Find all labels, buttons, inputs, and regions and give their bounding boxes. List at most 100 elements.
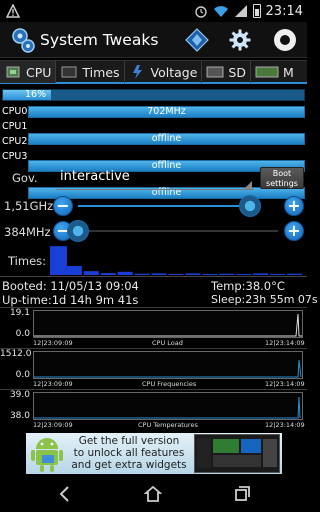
cpu-load-bar: 16%	[2, 89, 305, 101]
times-label: Times:	[8, 254, 47, 268]
power-button[interactable]	[271, 26, 299, 54]
promo-line-2: to unlock all features	[73, 447, 185, 459]
chip-icon	[61, 66, 77, 78]
graph-plot-area	[33, 351, 303, 379]
app-logo-icon	[12, 28, 35, 53]
promo-line-3: and get extra widgets	[71, 459, 187, 471]
booted-info: Booted: 11/05/13 09:04	[2, 279, 139, 293]
graph-time-end: 12|23:14:09	[265, 339, 305, 347]
governor-select[interactable]: interactive	[60, 169, 130, 184]
core-bar-cpu1: offline	[28, 133, 305, 145]
promo-widget-preview	[194, 434, 280, 473]
widget-preview-image	[197, 438, 277, 468]
widget-button[interactable]	[183, 26, 211, 54]
graph-time-end: 12|23:14:09	[265, 380, 305, 388]
times-bar	[100, 273, 116, 275]
gear-icon	[229, 29, 251, 51]
memory-icon	[255, 66, 279, 78]
graph-cpu-frequencies: 1512.0 0.0 12|23:09:09 CPU Frequencies 1…	[0, 348, 307, 388]
core-label-cpu2: CPU2	[2, 136, 28, 147]
graph-line	[34, 313, 302, 337]
graph-cpu-temperatures: 39.0 38.0 12|23:09:09 CPU Temperatures 1…	[0, 389, 307, 429]
settings-button[interactable]	[226, 26, 254, 54]
alarm-icon	[194, 6, 207, 18]
diamond-widget-icon	[185, 28, 209, 52]
times-bar	[219, 273, 235, 275]
times-bar	[151, 273, 167, 275]
core-label-cpu0: CPU0	[2, 106, 28, 117]
graph-title: CPU Frequencies	[142, 380, 197, 388]
times-bar	[134, 273, 150, 275]
promo-text: Get the full version to unlock all featu…	[68, 435, 190, 471]
times-bar	[253, 273, 269, 275]
graph-time-start: 12|23:09:09	[33, 339, 73, 347]
core-label-cpu1: CPU1	[2, 121, 28, 132]
tab-cpu[interactable]: CPU	[0, 61, 57, 83]
max-frequency-decrease-button[interactable]: −	[53, 196, 73, 216]
max-frequency-slider-track[interactable]	[78, 205, 250, 207]
times-bar	[236, 274, 252, 275]
times-bar	[50, 246, 67, 275]
tab-memory[interactable]: M	[251, 61, 298, 83]
core-label-cpu3: CPU3	[2, 151, 28, 162]
notification-alert-icon	[6, 4, 20, 18]
navigation-bar	[0, 476, 307, 512]
app-title: System Tweaks	[40, 31, 159, 49]
status-icons: 23:14	[194, 3, 303, 19]
times-bar	[202, 274, 218, 275]
graph-plot-area	[33, 310, 303, 338]
max-frequency-increase-button[interactable]: +	[284, 196, 304, 216]
governor-label: Gov.	[12, 171, 38, 185]
graph-time-start: 12|23:09:09	[33, 421, 73, 429]
graph-line	[34, 396, 301, 419]
core-value-cpu1: offline	[151, 133, 182, 144]
uptime-info: Up-time:1d 14h 9m 41s	[2, 293, 139, 307]
recent-apps-icon[interactable]	[233, 485, 251, 503]
back-icon[interactable]	[56, 485, 74, 503]
min-frequency-slider-track[interactable]	[78, 230, 278, 232]
lightning-icon	[132, 65, 142, 79]
tab-memory-label: M	[282, 64, 294, 80]
max-frequency-slider-handle[interactable]	[239, 195, 261, 217]
graph-y-max: 39.0	[9, 390, 30, 400]
status-bar: 23:14	[0, 0, 307, 22]
promo-line-1: Get the full version	[78, 435, 180, 447]
times-bar	[66, 266, 82, 275]
core-value-cpu0: 702MHz	[147, 106, 186, 117]
graph-y-max: 19.1	[9, 308, 30, 318]
tab-times[interactable]: Times	[56, 61, 125, 83]
max-frequency-label: 1,51GHz	[4, 199, 54, 213]
boot-settings-button[interactable]: Boot settings	[260, 167, 304, 189]
times-bar	[117, 271, 133, 275]
min-frequency-label: 384MHz	[4, 225, 51, 239]
android-mascot-icon	[31, 438, 63, 472]
clock: 23:14	[265, 3, 303, 19]
chip-icon	[6, 66, 20, 78]
tab-voltage[interactable]: Voltage	[125, 61, 203, 83]
min-frequency-slider-handle[interactable]	[67, 220, 89, 242]
sleep-info: Sleep:23h 55m 07s	[211, 293, 318, 306]
graph-time-start: 12|23:09:09	[33, 380, 73, 388]
temperature-info: Temp:38.0°C	[211, 279, 285, 293]
times-bar	[83, 271, 99, 275]
times-histogram	[50, 246, 302, 275]
battery-icon	[252, 4, 261, 18]
home-icon[interactable]	[144, 485, 162, 503]
graph-y-min: 0.0	[15, 329, 30, 339]
dropdown-arrow-icon[interactable]	[244, 181, 252, 189]
graph-cpu-load: 19.1 0.0 12|23:09:09 CPU Load 12|23:14:0…	[0, 307, 307, 347]
signal-icon	[234, 5, 247, 17]
tab-sd-label: SD	[228, 64, 246, 80]
wifi-icon	[213, 6, 228, 17]
graph-time-end: 12|23:14:09	[265, 421, 305, 429]
min-frequency-increase-button[interactable]: +	[284, 221, 304, 241]
graph-y-min: 38.0	[9, 411, 30, 421]
tab-sd[interactable]: SD	[202, 61, 251, 83]
times-bar	[168, 274, 184, 275]
core-bar-cpu0: 702MHz	[28, 106, 305, 118]
graph-y-max: 1512.0	[0, 349, 32, 359]
graph-line	[34, 359, 302, 378]
tab-cpu-label: CPU	[26, 64, 52, 80]
tab-times-label: Times	[82, 64, 120, 80]
divider	[0, 276, 307, 277]
